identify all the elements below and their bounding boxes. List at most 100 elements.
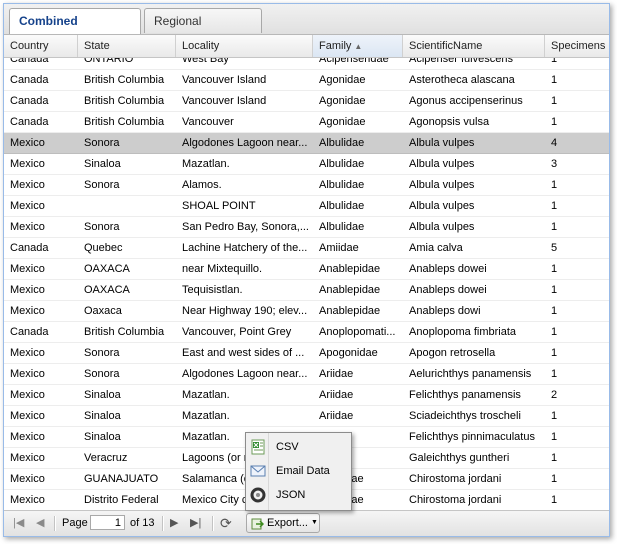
table-cell: Mazatlan. bbox=[182, 158, 230, 170]
table-cell: Vancouver, Point Grey bbox=[182, 326, 292, 338]
table-row[interactable]: Mexico Sonora San Pedro Bay, Sonora,... Alb… bbox=[4, 217, 609, 238]
export-label: Export... bbox=[267, 517, 308, 529]
table-cell: Anablepidae bbox=[319, 305, 381, 317]
table-cell: 3 bbox=[551, 158, 558, 170]
column-header-country[interactable]: Country bbox=[4, 35, 78, 57]
table-row[interactable]: Mexico Sinaloa Mazatlan. Ariidae Sciadeichth… bbox=[4, 406, 609, 427]
table-cell: 1 bbox=[551, 494, 558, 506]
table-cell: Aelurichthys panamensis bbox=[409, 368, 532, 380]
table-row[interactable]: Mexico OAXACA Tequisistlan. Anablepidae Anab… bbox=[4, 280, 609, 301]
table-cell: Anableps dowi bbox=[409, 305, 481, 317]
table-cell: 1 bbox=[551, 221, 558, 233]
table-cell: Alamos. bbox=[182, 179, 222, 191]
table-cell: Mexico bbox=[10, 452, 45, 464]
table-cell: Vancouver Island bbox=[182, 74, 267, 86]
tab-combined-checklist[interactable]: Combined Checklist bbox=[9, 8, 141, 53]
table-cell: Mexico bbox=[10, 158, 45, 170]
table-cell: OAXACA bbox=[84, 263, 130, 275]
table-row[interactable]: Canada British Columbia Vancouver Island Ag… bbox=[4, 91, 609, 112]
column-header-scientific-name[interactable]: ScientificName bbox=[403, 35, 545, 57]
table-cell: Apogonidae bbox=[319, 347, 378, 359]
table-cell: Ariidae bbox=[319, 389, 354, 401]
table-cell: Mexico bbox=[10, 263, 45, 275]
column-header-specimens[interactable]: Specimens bbox=[545, 35, 609, 57]
column-header-locality[interactable]: Locality bbox=[176, 35, 313, 57]
toolbar-separator bbox=[212, 516, 214, 531]
table-cell: 1 bbox=[551, 410, 558, 422]
email-icon bbox=[250, 465, 266, 477]
table-row[interactable]: Canada British Columbia Vancouver Island Ag… bbox=[4, 70, 609, 91]
table-cell: Galeichthys guntheri bbox=[409, 452, 510, 464]
table-cell: Anablepidae bbox=[319, 263, 381, 275]
column-header-state[interactable]: State bbox=[78, 35, 176, 57]
table-cell: Canada bbox=[10, 58, 49, 65]
table-cell: Acipenseridae bbox=[319, 58, 389, 65]
table-row[interactable]: Canada British Columbia Vancouver, Point G… bbox=[4, 322, 609, 343]
table-cell: West Bay bbox=[182, 58, 229, 65]
table-cell: Mexico bbox=[10, 494, 45, 506]
table-cell: Amia calva bbox=[409, 242, 463, 254]
table-row[interactable]: Mexico SHOAL POINT Albulidae Albula vulpes 1 bbox=[4, 196, 609, 217]
table-cell: Albulidae bbox=[319, 221, 365, 233]
table-cell: Albula vulpes bbox=[409, 137, 475, 149]
next-page-icon[interactable]: ▶ bbox=[170, 511, 178, 536]
table-cell: Mexico bbox=[10, 368, 45, 380]
table-cell: Sonora bbox=[84, 347, 120, 359]
table-cell: Sonora bbox=[84, 179, 120, 191]
column-header-family[interactable]: Family ▲ bbox=[313, 35, 403, 57]
table-cell: Mexico bbox=[10, 200, 45, 212]
last-page-icon[interactable]: ▶| bbox=[190, 511, 201, 536]
table-cell: Algodones Lagoon near... bbox=[182, 137, 308, 149]
export-menu-label: CSV bbox=[276, 441, 299, 453]
table-cell: Albula vulpes bbox=[409, 200, 475, 212]
table-cell: Acipenser fulvescens bbox=[409, 58, 513, 65]
tab-regional-biodiversity[interactable]: Regional Biodiversity bbox=[144, 8, 262, 53]
page-count-label: of 13 bbox=[130, 517, 155, 529]
table-cell: Mexico bbox=[10, 179, 45, 191]
export-button[interactable]: Export... ▼ bbox=[246, 513, 320, 533]
table-cell: 2 bbox=[551, 389, 558, 401]
table-row[interactable]: Mexico Sinaloa Mazatlan. Albulidae Albula vu… bbox=[4, 154, 609, 175]
table-cell: Albulidae bbox=[319, 158, 365, 170]
table-row[interactable]: Mexico OAXACA near Mixtequillo. Anablepidae… bbox=[4, 259, 609, 280]
table-cell: Vancouver bbox=[182, 116, 234, 128]
table-cell: Vancouver Island bbox=[182, 95, 267, 107]
table-row[interactable]: Mexico Sonora Algodones Lagoon near... Arii… bbox=[4, 364, 609, 385]
table-cell: Canada bbox=[10, 242, 49, 254]
table-cell: Canada bbox=[10, 116, 49, 128]
table-cell: 1 bbox=[551, 368, 558, 380]
table-row[interactable]: Canada ONTARIO West Bay Acipenseridae Acipen… bbox=[4, 58, 609, 70]
table-cell: Felichthys panamensis bbox=[409, 389, 521, 401]
table-cell: Albulidae bbox=[319, 200, 365, 212]
table-cell: Mexico bbox=[10, 137, 45, 149]
export-menu-item-email[interactable]: Email Data bbox=[246, 459, 351, 483]
table-row[interactable]: Mexico Sonora Alamos. Albulidae Albula vulpe… bbox=[4, 175, 609, 196]
table-cell: Albula vulpes bbox=[409, 179, 475, 191]
table-row[interactable]: Mexico Sonora East and west sides of ... Ap… bbox=[4, 343, 609, 364]
json-icon bbox=[250, 487, 266, 503]
export-menu: CSV Email Data JSON bbox=[245, 432, 352, 511]
prev-page-icon[interactable]: ◀ bbox=[36, 511, 44, 536]
table-cell: Albula vulpes bbox=[409, 221, 475, 233]
first-page-icon[interactable]: |◀ bbox=[13, 511, 24, 536]
page-number-input[interactable] bbox=[90, 515, 125, 530]
table-cell: Ariidae bbox=[319, 410, 354, 422]
export-menu-label: JSON bbox=[276, 489, 306, 501]
table-row[interactable]: Mexico Sinaloa Mazatlan. Ariidae Felichthys … bbox=[4, 385, 609, 406]
export-menu-item-csv[interactable]: CSV bbox=[246, 435, 351, 459]
table-row[interactable]: Mexico Sonora Algodones Lagoon near... Albu… bbox=[4, 133, 609, 154]
table-row[interactable]: Canada Quebec Lachine Hatchery of the... Am… bbox=[4, 238, 609, 259]
refresh-icon[interactable]: ⟳ bbox=[220, 511, 232, 536]
table-row[interactable]: Mexico Oaxaca Near Highway 190; elev... Ana… bbox=[4, 301, 609, 322]
export-menu-item-json[interactable]: JSON bbox=[246, 483, 351, 507]
table-cell: OAXACA bbox=[84, 284, 130, 296]
table-row[interactable]: Canada British Columbia Vancouver Agonidae A… bbox=[4, 112, 609, 133]
table-cell: Amiidae bbox=[319, 242, 359, 254]
table-cell: Asterotheca alascana bbox=[409, 74, 515, 86]
table-cell: Mazatlan. bbox=[182, 389, 230, 401]
table-cell: SHOAL POINT bbox=[182, 200, 256, 212]
table-cell: Canada bbox=[10, 95, 49, 107]
table-cell: 1 bbox=[551, 95, 558, 107]
table-cell: 1 bbox=[551, 179, 558, 191]
table-cell: San Pedro Bay, Sonora,... bbox=[182, 221, 309, 233]
